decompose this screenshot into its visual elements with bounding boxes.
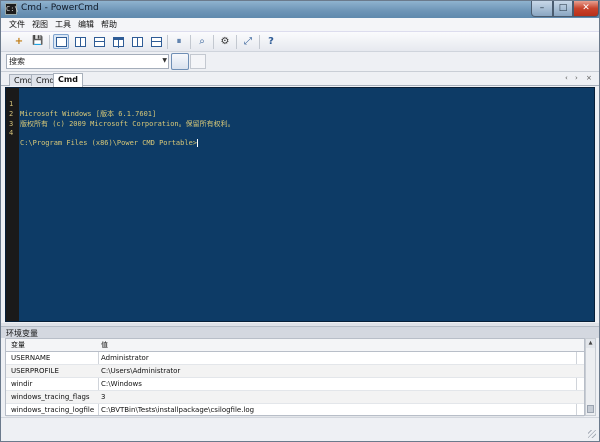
tab-close-icon[interactable]: × bbox=[586, 74, 592, 82]
pause-button[interactable]: ⏸ bbox=[171, 34, 187, 49]
resize-grip-icon[interactable] bbox=[588, 430, 596, 438]
layout-horizontal-split-button[interactable] bbox=[91, 34, 107, 49]
table-row[interactable]: windir C:\Windows bbox=[6, 378, 584, 391]
env-key: USERPROFILE bbox=[11, 367, 59, 375]
new-tab-button[interactable]: + bbox=[11, 34, 27, 49]
search-options-button[interactable] bbox=[190, 54, 206, 69]
layout-grid-icon bbox=[132, 37, 143, 47]
table-row[interactable]: USERPROFILE C:\Users\Administrator bbox=[6, 365, 584, 378]
toolbar-separator bbox=[190, 35, 191, 49]
gear-icon: ⚙ bbox=[220, 36, 230, 47]
line-text: Microsoft Windows [版本 6.1.7601] bbox=[20, 110, 157, 118]
layout-single-button[interactable] bbox=[53, 34, 69, 49]
save-icon: 💾 bbox=[32, 36, 44, 46]
env-value: C:\BVTBin\Tests\installpackage\csilogfil… bbox=[101, 406, 255, 414]
scrollbar-thumb[interactable] bbox=[587, 405, 594, 413]
settings-button[interactable]: ⚙ bbox=[217, 34, 233, 49]
menu-edit[interactable]: 编辑 bbox=[78, 19, 94, 30]
line-number: 4 bbox=[9, 129, 14, 137]
table-row[interactable]: windows_tracing_logfile C:\BVTBin\Tests\… bbox=[6, 404, 584, 417]
save-button[interactable]: 💾 bbox=[30, 34, 46, 49]
find-icon: ⌕ bbox=[199, 36, 205, 47]
window-title: Cmd - PowerCmd bbox=[21, 3, 99, 13]
layout-three-pane-icon bbox=[113, 37, 124, 48]
status-bar bbox=[1, 417, 599, 441]
help-icon: ? bbox=[268, 36, 274, 47]
chevron-down-icon[interactable]: ▼ bbox=[162, 57, 167, 64]
toolbar-separator bbox=[49, 35, 50, 49]
scroll-up-icon[interactable]: ▲ bbox=[586, 339, 595, 348]
menu-tools[interactable]: 工具 bbox=[55, 19, 71, 30]
search-bar: ▼ bbox=[1, 52, 599, 72]
layout-vertical-split-button[interactable] bbox=[72, 34, 88, 49]
find-button[interactable]: ⌕ bbox=[194, 34, 210, 49]
tab-next-icon[interactable]: › bbox=[575, 74, 578, 82]
env-table-scrollbar[interactable]: ▲ bbox=[585, 338, 596, 416]
env-key: windir bbox=[11, 380, 33, 388]
toolbar: + 💾 ⏸ ⌕ ⚙ ⤢ ? bbox=[1, 32, 599, 52]
env-key: windows_tracing_logfile bbox=[11, 406, 95, 414]
help-button[interactable]: ? bbox=[263, 34, 279, 49]
table-row[interactable]: USERNAME Administrator bbox=[6, 352, 584, 365]
toolbar-separator bbox=[213, 35, 214, 49]
toolbar-separator bbox=[259, 35, 260, 49]
fullscreen-icon: ⤢ bbox=[244, 36, 252, 47]
tab-bar: Cmd Cmd Cmd ‹ › × bbox=[1, 72, 599, 87]
minimize-button[interactable]: – bbox=[531, 1, 553, 17]
cmd-app-icon: C:\ bbox=[5, 3, 19, 15]
line-text: 版权所有 (c) 2009 Microsoft Corporation。保留所有… bbox=[20, 120, 235, 128]
app-window: C:\ Cmd - PowerCmd – □ ✕ 文件 视图 工具 编辑 帮助 … bbox=[0, 0, 600, 442]
env-value: Administrator bbox=[101, 354, 149, 362]
menu-view[interactable]: 视图 bbox=[32, 19, 48, 30]
menu-help[interactable]: 帮助 bbox=[101, 19, 117, 30]
layout-single-icon bbox=[56, 37, 67, 47]
console-line: 4 C:\Program Files (x86)\Power CMD Porta… bbox=[6, 118, 199, 147]
menu-bar: 文件 视图 工具 编辑 帮助 bbox=[1, 18, 599, 32]
text-cursor bbox=[197, 139, 199, 147]
layout-three-pane-button[interactable] bbox=[110, 34, 126, 49]
env-key: USERNAME bbox=[11, 354, 51, 362]
layout-grid-button[interactable] bbox=[129, 34, 145, 49]
search-go-button[interactable] bbox=[171, 53, 189, 70]
search-input[interactable] bbox=[9, 56, 157, 67]
layout-vertical-split-icon bbox=[75, 37, 86, 47]
env-variables-table: 变量 值 USERNAME Administrator USERPROFILE … bbox=[5, 338, 585, 417]
console-output[interactable]: 1 Microsoft Windows [版本 6.1.7601] 2 版权所有… bbox=[5, 87, 595, 322]
tab-prev-icon[interactable]: ‹ bbox=[565, 74, 568, 82]
new-tab-icon: + bbox=[14, 36, 24, 47]
prompt-line[interactable]: C:\Program Files (x86)\Power CMD Portabl… bbox=[20, 138, 199, 148]
pause-icon: ⏸ bbox=[176, 36, 182, 47]
env-value: 3 bbox=[101, 393, 106, 401]
column-header-value[interactable]: 值 bbox=[101, 339, 571, 351]
console-line: 2 版权所有 (c) 2009 Microsoft Corporation。保留… bbox=[6, 99, 235, 128]
env-key: windows_tracing_flags bbox=[11, 393, 90, 401]
table-header-row: 变量 值 bbox=[6, 339, 584, 352]
console-line: 1 Microsoft Windows [版本 6.1.7601] bbox=[6, 89, 156, 118]
layout-quad-icon bbox=[151, 37, 162, 47]
layout-quad-button[interactable] bbox=[148, 34, 164, 49]
tab-cmd-3-active[interactable]: Cmd bbox=[53, 73, 83, 87]
layout-horizontal-split-icon bbox=[94, 37, 105, 47]
search-combobox[interactable]: ▼ bbox=[6, 54, 169, 69]
prompt-text: C:\Program Files (x86)\Power CMD Portabl… bbox=[20, 139, 198, 147]
title-bar: C:\ Cmd - PowerCmd – □ ✕ bbox=[1, 1, 599, 18]
env-value: C:\Windows bbox=[101, 380, 142, 388]
toolbar-separator bbox=[167, 35, 168, 49]
close-button[interactable]: ✕ bbox=[573, 1, 599, 17]
toolbar-separator bbox=[236, 35, 237, 49]
env-value: C:\Users\Administrator bbox=[101, 367, 181, 375]
fullscreen-button[interactable]: ⤢ bbox=[240, 34, 256, 49]
column-header-key[interactable]: 变量 bbox=[11, 339, 96, 351]
table-row[interactable]: windows_tracing_flags 3 bbox=[6, 391, 584, 404]
menu-file[interactable]: 文件 bbox=[9, 19, 25, 30]
maximize-button[interactable]: □ bbox=[553, 1, 573, 17]
env-panel-header: 环境变量 bbox=[1, 326, 599, 338]
